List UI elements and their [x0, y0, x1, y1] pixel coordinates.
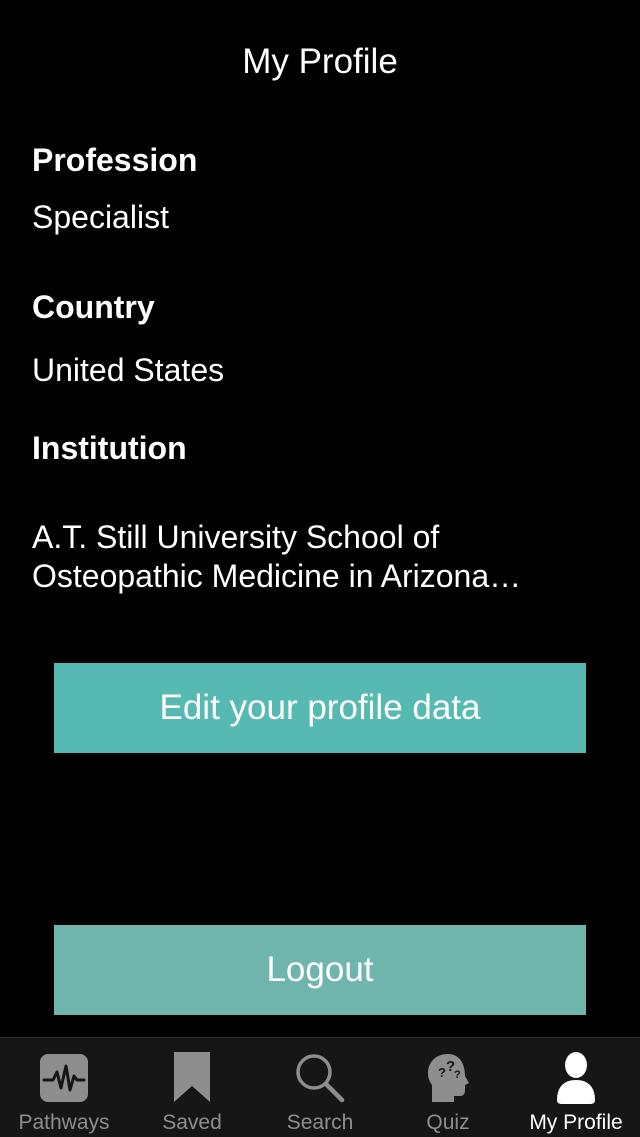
edit-profile-button[interactable]: Edit your profile data	[54, 663, 586, 753]
tab-my-profile[interactable]: My Profile	[512, 1038, 640, 1137]
person-icon	[548, 1050, 604, 1106]
tab-label-search: Search	[286, 1111, 354, 1134]
tab-search[interactable]: Search	[256, 1038, 384, 1137]
tab-pathways[interactable]: Pathways	[0, 1038, 128, 1137]
pathways-icon	[36, 1050, 92, 1106]
svg-text:?: ?	[438, 1065, 446, 1080]
tab-label-saved: Saved	[162, 1111, 222, 1134]
profession-label: Profession	[32, 142, 198, 178]
profession-value: Specialist	[32, 199, 169, 235]
tab-bar: Pathways Saved Search ? ? ? Quiz My Prof…	[0, 1037, 640, 1137]
logout-button[interactable]: Logout	[54, 925, 586, 1015]
quiz-head-icon: ? ? ?	[420, 1050, 476, 1106]
country-value: United States	[32, 352, 225, 388]
tab-saved[interactable]: Saved	[128, 1038, 256, 1137]
search-icon	[292, 1050, 348, 1106]
country-label: Country	[32, 289, 155, 325]
institution-value: A.T. Still University School of Osteopat…	[32, 519, 490, 594]
tab-label-pathways: Pathways	[18, 1111, 110, 1134]
svg-text:?: ?	[454, 1069, 461, 1081]
bookmark-icon	[164, 1050, 220, 1106]
tab-label-quiz: Quiz	[426, 1111, 470, 1134]
institution-label: Institution	[32, 430, 187, 466]
tab-quiz[interactable]: ? ? ? Quiz	[384, 1038, 512, 1137]
page-title: My Profile	[242, 42, 398, 81]
tab-label-my-profile: My Profile	[529, 1111, 623, 1134]
